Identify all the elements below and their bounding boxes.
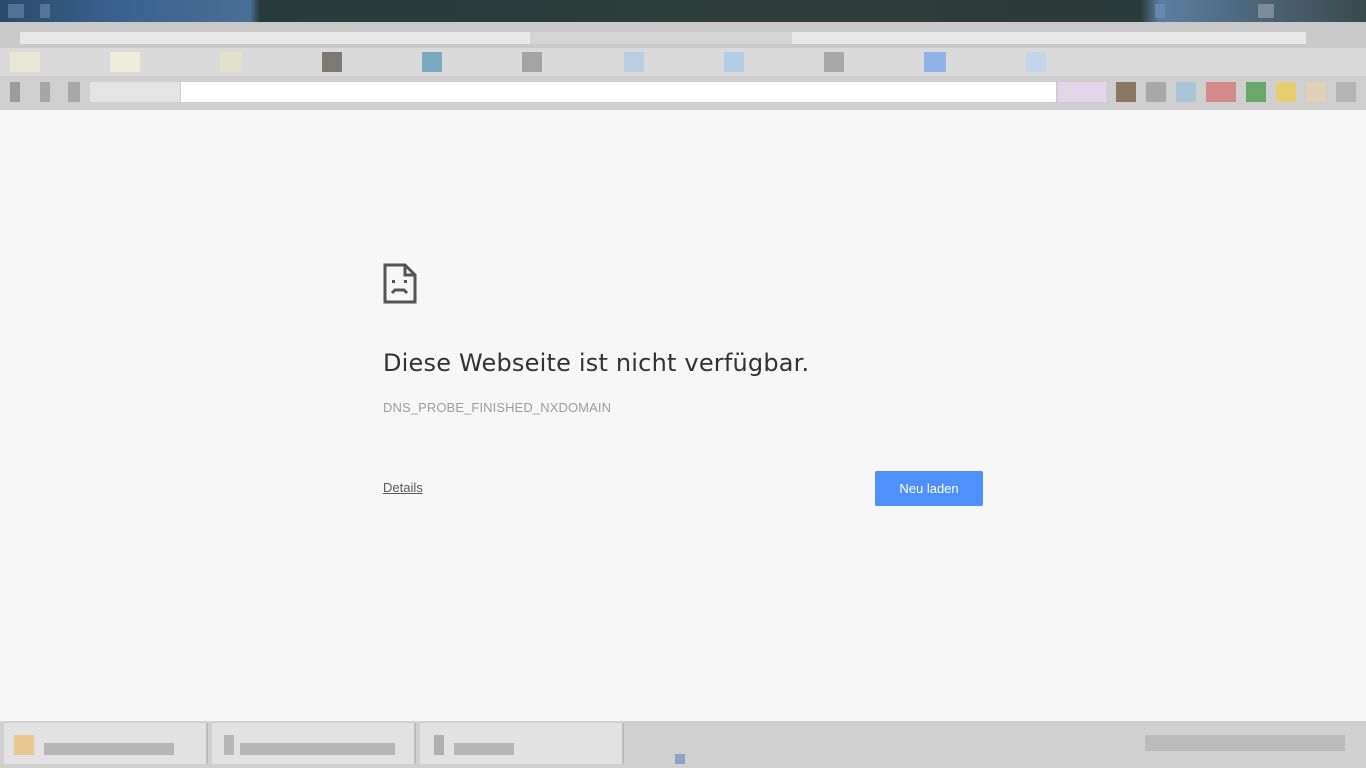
bookmark-item[interactable] [1026, 52, 1046, 72]
app-icon [224, 735, 234, 755]
error-title: Diese Webseite ist nicht verfügbar. [383, 349, 810, 377]
error-page: Diese Webseite ist nicht verfügbar. DNS_… [0, 111, 1366, 721]
forward-button[interactable] [40, 82, 50, 102]
taskbar-window-button[interactable] [420, 723, 624, 764]
bookmark-item[interactable] [10, 52, 40, 72]
details-link[interactable]: Details [383, 480, 423, 495]
extension-icon[interactable] [1176, 82, 1196, 102]
active-tab[interactable] [20, 32, 1306, 44]
extension-icon[interactable] [1146, 82, 1166, 102]
taskbar-window-button[interactable] [4, 723, 208, 764]
blurred-window-title [454, 743, 514, 755]
blurred-region [90, 82, 180, 102]
blurred-region [40, 4, 50, 18]
bookmark-item[interactable] [824, 52, 844, 72]
browser-tab-strip[interactable] [0, 22, 1366, 48]
blurred-window-title [44, 743, 174, 755]
bookmark-item[interactable] [522, 52, 542, 72]
extension-icon[interactable] [1246, 82, 1266, 102]
bookmark-item[interactable] [624, 52, 644, 72]
system-tray[interactable] [1145, 735, 1345, 751]
blurred-region [8, 4, 24, 18]
taskbar-window-button[interactable] [212, 723, 416, 764]
error-code: DNS_PROBE_FINISHED_NXDOMAIN [383, 400, 612, 415]
bookmarks-bar[interactable] [0, 48, 1366, 76]
tray-icon[interactable] [675, 754, 685, 764]
blurred-region [1258, 4, 1274, 18]
extension-icon[interactable] [1116, 82, 1136, 102]
reload-toolbar-button[interactable] [68, 82, 80, 102]
bookmark-item[interactable] [924, 52, 946, 72]
bookmark-item[interactable] [220, 52, 242, 72]
bookmark-item[interactable] [724, 52, 744, 72]
blurred-region [1155, 4, 1165, 18]
bookmark-item[interactable] [422, 52, 442, 72]
app-icon [14, 735, 34, 755]
blurred-window-title [240, 743, 395, 755]
address-bar[interactable] [181, 82, 1056, 102]
reload-button[interactable]: Neu laden [875, 471, 983, 506]
bookmark-item[interactable] [322, 52, 342, 72]
os-taskbar [0, 721, 1366, 768]
app-icon [434, 735, 444, 755]
browser-toolbar [0, 76, 1366, 110]
back-button[interactable] [10, 82, 20, 102]
extension-icon[interactable] [1206, 82, 1236, 102]
os-top-bar [0, 0, 1366, 22]
menu-button[interactable] [1336, 82, 1356, 102]
extension-icon[interactable] [1276, 82, 1296, 102]
sad-document-icon [383, 263, 417, 304]
bookmark-item[interactable] [110, 52, 140, 72]
extension-icon[interactable] [1058, 82, 1106, 102]
extension-icon[interactable] [1306, 82, 1326, 102]
blurred-tab-title [530, 32, 792, 44]
